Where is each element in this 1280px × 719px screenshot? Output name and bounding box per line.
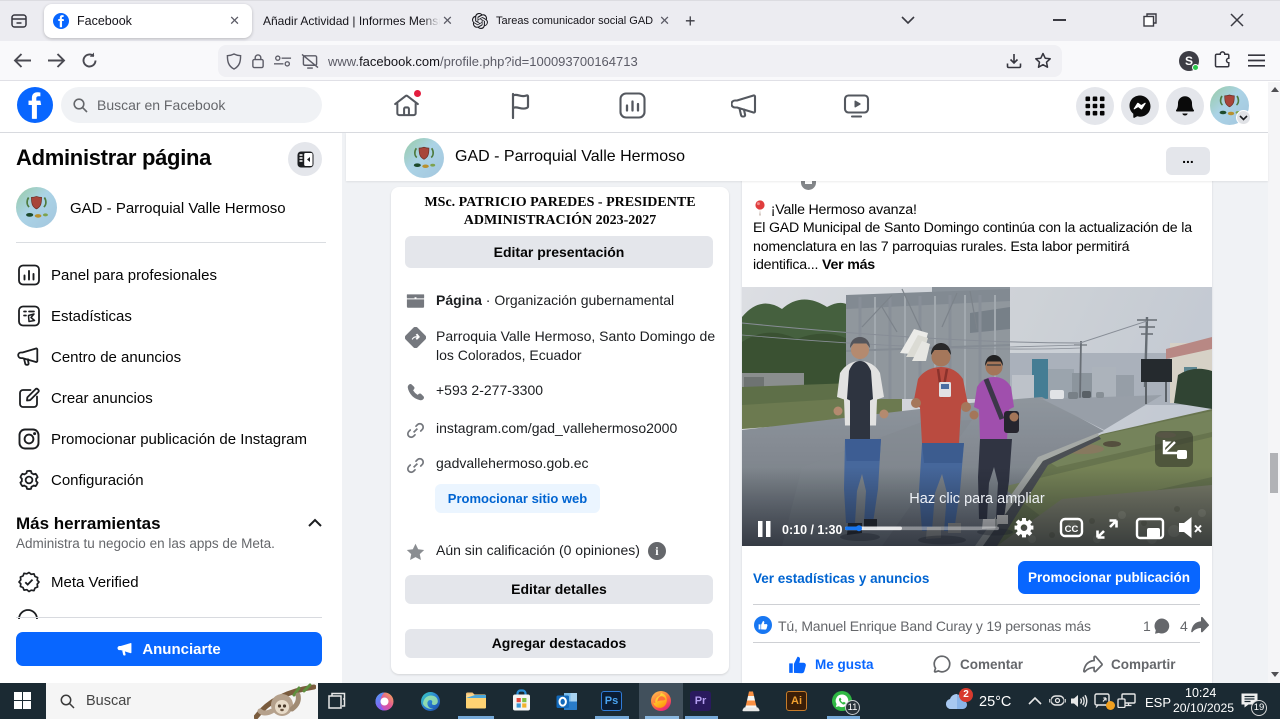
svg-text:0:10 / 1:30: 0:10 / 1:30 xyxy=(782,523,843,537)
svg-text:CC: CC xyxy=(1065,524,1079,535)
svg-text:Haz clic para ampliar: Haz clic para ampliar xyxy=(909,491,1045,507)
